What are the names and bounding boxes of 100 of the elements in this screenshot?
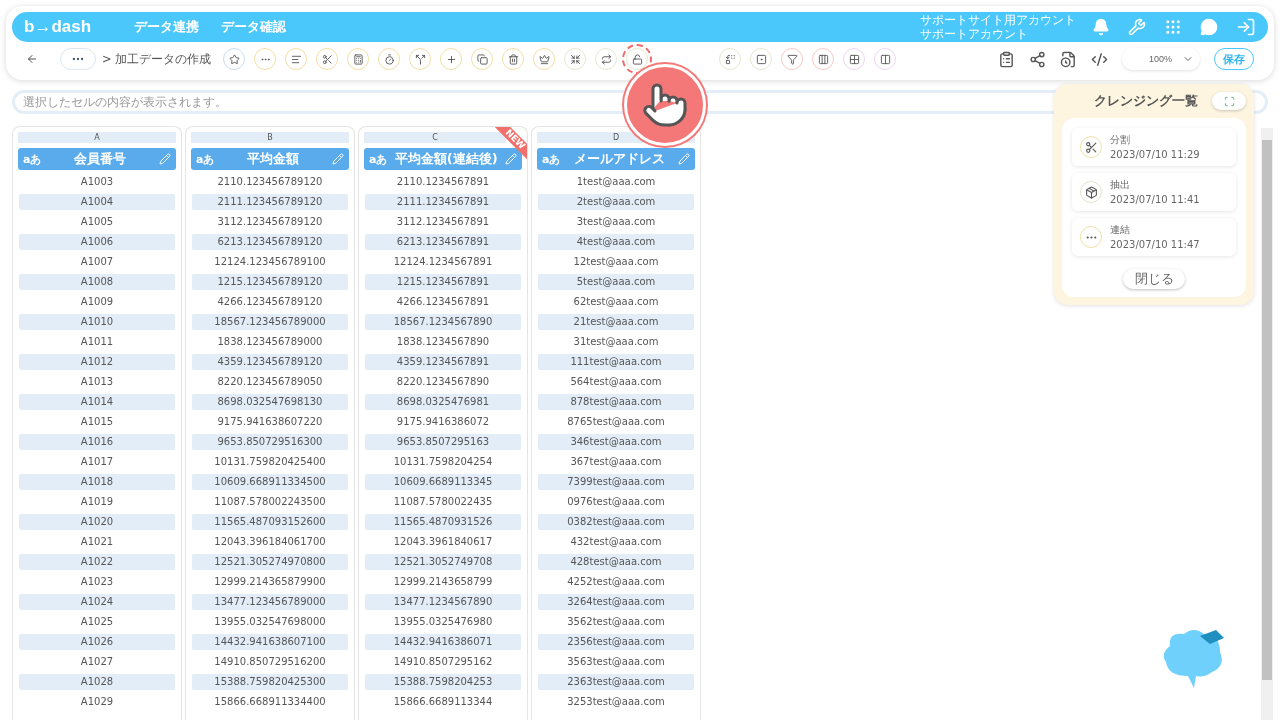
chat-icon[interactable]: [1200, 18, 1218, 36]
table-cell[interactable]: 4266.1234567891: [365, 294, 521, 310]
table-cell[interactable]: 12999.214365879900: [192, 574, 348, 590]
table-cell[interactable]: A1003: [19, 174, 175, 190]
table-cell[interactable]: 12test@aaa.com: [538, 254, 694, 270]
table-cell[interactable]: 31test@aaa.com: [538, 334, 694, 350]
tool-button[interactable]: [378, 48, 401, 70]
table-cell[interactable]: 2111.123456789120: [192, 194, 348, 210]
pencil-icon[interactable]: [678, 153, 690, 165]
table-cell[interactable]: A1016: [19, 434, 175, 450]
pencil-icon[interactable]: [505, 153, 517, 165]
table-cell[interactable]: A1022: [19, 554, 175, 570]
table-cell[interactable]: 3264test@aaa.com: [538, 594, 694, 610]
table-cell[interactable]: 13477.123456789000: [192, 594, 348, 610]
file-history-icon[interactable]: [1060, 50, 1077, 68]
table-cell[interactable]: A1007: [19, 254, 175, 270]
table-cell[interactable]: 21test@aaa.com: [538, 314, 694, 330]
table-cell[interactable]: 15388.759820425300: [192, 674, 348, 690]
table-cell[interactable]: 111test@aaa.com: [538, 354, 694, 370]
table-cell[interactable]: 6213.123456789120: [192, 234, 348, 250]
table-cell[interactable]: A1017: [19, 454, 175, 470]
table-cell[interactable]: A1013: [19, 374, 175, 390]
table-cell[interactable]: 3563test@aaa.com: [538, 654, 694, 670]
table-cell[interactable]: A1018: [19, 474, 175, 490]
table-cell[interactable]: A1015: [19, 414, 175, 430]
tool-button[interactable]: [595, 48, 618, 70]
column-letter[interactable]: A: [18, 132, 176, 143]
column-letter[interactable]: B: [191, 132, 349, 143]
table-cell[interactable]: 878test@aaa.com: [538, 394, 694, 410]
tool-button[interactable]: [874, 48, 897, 70]
tool-button[interactable]: [223, 48, 246, 70]
table-cell[interactable]: 13955.032547698000: [192, 614, 348, 630]
table-cell[interactable]: 4test@aaa.com: [538, 234, 694, 250]
table-cell[interactable]: 2110.1234567891: [365, 174, 521, 190]
tool-button[interactable]: [812, 48, 835, 70]
table-cell[interactable]: 3112.123456789120: [192, 214, 348, 230]
tool-button[interactable]: [285, 48, 308, 70]
table-cell[interactable]: 12124.1234567891: [365, 254, 521, 270]
table-cell[interactable]: 1215.1234567891: [365, 274, 521, 290]
table-cell[interactable]: 1838.123456789000: [192, 334, 348, 350]
table-cell[interactable]: A1023: [19, 574, 175, 590]
tool-button[interactable]: [719, 48, 742, 70]
table-cell[interactable]: 13477.1234567890: [365, 594, 521, 610]
table-cell[interactable]: 1838.1234567890: [365, 334, 521, 350]
table-cell[interactable]: 0976test@aaa.com: [538, 494, 694, 510]
table-cell[interactable]: 18567.1234567890: [365, 314, 521, 330]
wrench-icon[interactable]: [1128, 18, 1146, 36]
table-cell[interactable]: 12124.123456789100: [192, 254, 348, 270]
table-cell[interactable]: 12521.3052749708: [365, 554, 521, 570]
table-cell[interactable]: 6213.1234567891: [365, 234, 521, 250]
table-cell[interactable]: 3562test@aaa.com: [538, 614, 694, 630]
tool-button[interactable]: [347, 48, 370, 70]
table-cell[interactable]: 9653.850729516300: [192, 434, 348, 450]
tool-button[interactable]: [471, 48, 494, 70]
table-cell[interactable]: 11565.4870931526: [365, 514, 521, 530]
table-cell[interactable]: 4359.123456789120: [192, 354, 348, 370]
table-cell[interactable]: 12999.2143658799: [365, 574, 521, 590]
table-cell[interactable]: A1028: [19, 674, 175, 690]
table-cell[interactable]: 2110.123456789120: [192, 174, 348, 190]
table-cell[interactable]: A1012: [19, 354, 175, 370]
table-cell[interactable]: 8698.032547698130: [192, 394, 348, 410]
table-cell[interactable]: A1027: [19, 654, 175, 670]
table-cell[interactable]: A1019: [19, 494, 175, 510]
table-cell[interactable]: 15866.668911334400: [192, 694, 348, 710]
table-cell[interactable]: A1026: [19, 634, 175, 650]
table-cell[interactable]: 2111.1234567891: [365, 194, 521, 210]
tool-button[interactable]: [440, 48, 463, 70]
table-cell[interactable]: 12521.305274970800: [192, 554, 348, 570]
table-cell[interactable]: A1020: [19, 514, 175, 530]
pencil-icon[interactable]: [332, 153, 344, 165]
logout-icon[interactable]: [1236, 17, 1256, 37]
tool-button[interactable]: [502, 48, 525, 70]
table-cell[interactable]: 1test@aaa.com: [538, 174, 694, 190]
scrollbar[interactable]: [1261, 128, 1273, 720]
table-cell[interactable]: A1005: [19, 214, 175, 230]
table-cell[interactable]: 11087.5780022435: [365, 494, 521, 510]
table-cell[interactable]: 14432.9416386071: [365, 634, 521, 650]
table-cell[interactable]: 8698.0325476981: [365, 394, 521, 410]
code-icon[interactable]: [1091, 50, 1108, 68]
table-cell[interactable]: 10131.7598204254: [365, 454, 521, 470]
table-cell[interactable]: 14432.941638607100: [192, 634, 348, 650]
table-cell[interactable]: 2test@aaa.com: [538, 194, 694, 210]
table-cell[interactable]: A1004: [19, 194, 175, 210]
table-cell[interactable]: 12043.396184061700: [192, 534, 348, 550]
table-cell[interactable]: A1010: [19, 314, 175, 330]
tool-button[interactable]: [409, 48, 432, 70]
tool-button[interactable]: [533, 48, 556, 70]
table-cell[interactable]: 2356test@aaa.com: [538, 634, 694, 650]
table-cell[interactable]: 564test@aaa.com: [538, 374, 694, 390]
table-cell[interactable]: 11087.578002243500: [192, 494, 348, 510]
table-cell[interactable]: 11565.487093152600: [192, 514, 348, 530]
apps-icon[interactable]: [1164, 18, 1182, 36]
table-cell[interactable]: A1029: [19, 694, 175, 710]
tool-button[interactable]: [564, 48, 587, 70]
table-cell[interactable]: 10609.668911334500: [192, 474, 348, 490]
table-cell[interactable]: 8765test@aaa.com: [538, 414, 694, 430]
table-cell[interactable]: A1024: [19, 594, 175, 610]
table-cell[interactable]: 13955.0325476980: [365, 614, 521, 630]
table-cell[interactable]: A1014: [19, 394, 175, 410]
table-cell[interactable]: 1215.123456789120: [192, 274, 348, 290]
